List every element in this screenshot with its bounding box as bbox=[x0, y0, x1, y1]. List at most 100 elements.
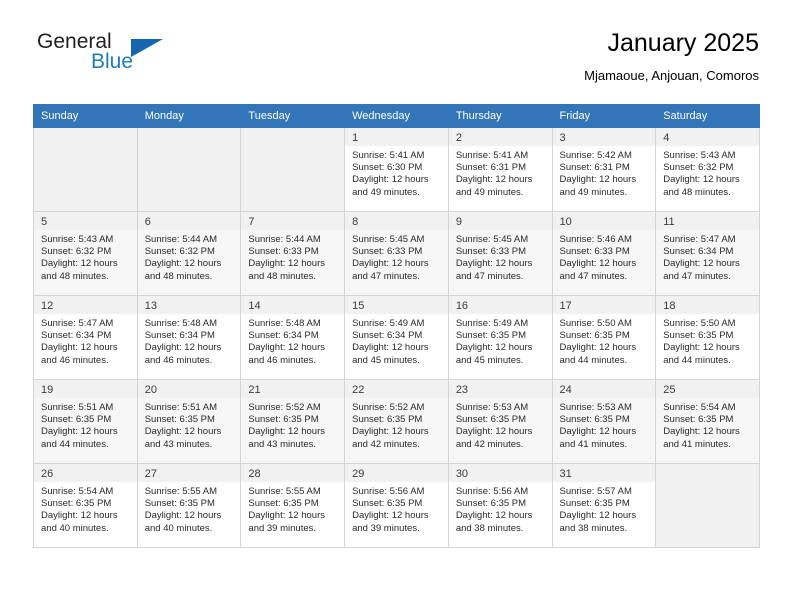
day-details: Sunrise: 5:51 AM Sunset: 6:35 PM Daylight:… bbox=[138, 398, 241, 451]
daylight-text: Daylight: 12 hours and 46 minutes. bbox=[41, 342, 118, 366]
daylight-text: Daylight: 12 hours and 49 minutes. bbox=[559, 174, 637, 198]
sunrise-text: Sunrise: 5:56 AM bbox=[455, 486, 529, 497]
page-title: January 2025 bbox=[607, 29, 759, 57]
day-number: 14 bbox=[241, 296, 345, 314]
calendar-day-cell[interactable]: 17 Sunrise: 5:50 AM Sunset: 6:35 PM Dayligh… bbox=[551, 295, 657, 380]
weekday-header-row: Sunday Monday Tuesday Wednesday Thursday… bbox=[33, 104, 760, 128]
sunrise-text: Sunrise: 5:54 AM bbox=[41, 486, 114, 497]
day-number: 5 bbox=[34, 212, 137, 230]
calendar-day-cell[interactable]: 15 Sunrise: 5:49 AM Sunset: 6:34 PM Dayligh… bbox=[344, 295, 449, 380]
day-number: 6 bbox=[137, 212, 241, 230]
calendar-day-cell[interactable]: 20 Sunrise: 5:51 AM Sunset: 6:35 PM Dayligh… bbox=[136, 379, 242, 464]
weekday-header-monday: Monday bbox=[136, 104, 242, 128]
page-subtitle: Mjamaoue, Anjouan, Comoros bbox=[584, 68, 759, 83]
calendar-day-cell[interactable]: 21 Sunrise: 5:52 AM Sunset: 6:35 PM Dayligh… bbox=[240, 379, 346, 464]
day-number: 16 bbox=[448, 296, 552, 314]
sunset-text: Sunset: 6:35 PM bbox=[144, 414, 215, 426]
daylight-text: Daylight: 12 hours and 48 minutes. bbox=[144, 258, 222, 282]
calendar-day-cell[interactable]: 29 Sunrise: 5:56 AM Sunset: 6:35 PM Dayligh… bbox=[344, 463, 449, 548]
day-details: Sunrise: 5:57 AM Sunset: 6:35 PM Daylight:… bbox=[553, 482, 656, 535]
general-blue-logo[interactable]: General Blue bbox=[33, 30, 263, 90]
day-number: 2 bbox=[448, 128, 552, 146]
sunset-text: Sunset: 6:31 PM bbox=[455, 162, 527, 174]
sunrise-text: Sunrise: 5:44 AM bbox=[248, 234, 321, 245]
calendar-day-cell[interactable]: 16 Sunrise: 5:49 AM Sunset: 6:35 PM Dayligh… bbox=[447, 295, 553, 380]
day-number: 21 bbox=[241, 380, 345, 398]
calendar-week-row: 1 Sunrise: 5:41 AM Sunset: 6:30 PM Daylight… bbox=[33, 127, 760, 212]
day-details: Sunrise: 5:49 AM Sunset: 6:34 PM Daylight:… bbox=[345, 314, 448, 367]
daylight-text: Daylight: 12 hours and 48 minutes. bbox=[663, 174, 740, 198]
sunset-text: Sunset: 6:34 PM bbox=[41, 330, 112, 342]
calendar-day-cell[interactable]: 25 Sunrise: 5:54 AM Sunset: 6:35 PM Dayligh… bbox=[655, 379, 760, 464]
calendar-day-cell[interactable]: 6 Sunrise: 5:44 AM Sunset: 6:32 PM Daylight… bbox=[136, 211, 242, 296]
daylight-text: Daylight: 12 hours and 38 minutes. bbox=[455, 510, 533, 534]
day-details: Sunrise: 5:55 AM Sunset: 6:35 PM Daylight:… bbox=[241, 482, 344, 535]
calendar-day-cell[interactable]: 4 Sunrise: 5:43 AM Sunset: 6:32 PM Daylight… bbox=[655, 127, 760, 212]
sunset-text: Sunset: 6:35 PM bbox=[559, 414, 630, 426]
calendar-body: 1 Sunrise: 5:41 AM Sunset: 6:30 PM Daylight… bbox=[33, 127, 760, 548]
calendar-day-cell[interactable]: 28 Sunrise: 5:55 AM Sunset: 6:35 PM Dayligh… bbox=[240, 463, 346, 548]
calendar-day-cell[interactable]: 3 Sunrise: 5:42 AM Sunset: 6:31 PM Daylight… bbox=[551, 127, 657, 212]
calendar-day-cell[interactable]: 5 Sunrise: 5:43 AM Sunset: 6:32 PM Daylight… bbox=[33, 211, 138, 296]
sunset-text: Sunset: 6:34 PM bbox=[248, 330, 319, 342]
day-details: Sunrise: 5:53 AM Sunset: 6:35 PM Daylight:… bbox=[553, 398, 656, 451]
calendar-day-cell[interactable]: 10 Sunrise: 5:46 AM Sunset: 6:33 PM Dayligh… bbox=[551, 211, 657, 296]
calendar-day-cell[interactable]: 13 Sunrise: 5:48 AM Sunset: 6:34 PM Dayligh… bbox=[136, 295, 242, 380]
day-details: Sunrise: 5:54 AM Sunset: 6:35 PM Daylight:… bbox=[34, 482, 137, 535]
calendar-day-cell[interactable]: 7 Sunrise: 5:44 AM Sunset: 6:33 PM Daylight… bbox=[240, 211, 346, 296]
day-details: Sunrise: 5:45 AM Sunset: 6:33 PM Daylight:… bbox=[345, 230, 448, 283]
daylight-text: Daylight: 12 hours and 44 minutes. bbox=[41, 426, 118, 450]
day-number: 8 bbox=[345, 212, 448, 230]
day-number: 26 bbox=[34, 464, 137, 482]
sunrise-text: Sunrise: 5:52 AM bbox=[352, 402, 425, 413]
day-details: Sunrise: 5:50 AM Sunset: 6:35 PM Daylight:… bbox=[553, 314, 656, 367]
calendar-day-cell[interactable]: 22 Sunrise: 5:52 AM Sunset: 6:35 PM Dayligh… bbox=[344, 379, 449, 464]
calendar-cell-empty bbox=[33, 127, 138, 212]
sunset-text: Sunset: 6:32 PM bbox=[144, 246, 215, 258]
daylight-text: Daylight: 12 hours and 47 minutes. bbox=[559, 258, 637, 282]
calendar-day-cell[interactable]: 12 Sunrise: 5:47 AM Sunset: 6:34 PM Dayligh… bbox=[33, 295, 138, 380]
sunset-text: Sunset: 6:35 PM bbox=[352, 498, 423, 510]
sunset-text: Sunset: 6:35 PM bbox=[559, 330, 630, 342]
sunrise-text: Sunrise: 5:55 AM bbox=[144, 486, 218, 497]
day-number: 4 bbox=[656, 128, 759, 146]
calendar-day-cell[interactable]: 31 Sunrise: 5:57 AM Sunset: 6:35 PM Dayligh… bbox=[551, 463, 657, 548]
calendar-day-cell[interactable]: 19 Sunrise: 5:51 AM Sunset: 6:35 PM Dayligh… bbox=[33, 379, 138, 464]
sunset-text: Sunset: 6:35 PM bbox=[663, 330, 734, 342]
day-details: Sunrise: 5:53 AM Sunset: 6:35 PM Daylight:… bbox=[449, 398, 552, 451]
calendar-day-cell[interactable]: 27 Sunrise: 5:55 AM Sunset: 6:35 PM Dayligh… bbox=[136, 463, 242, 548]
sunset-text: Sunset: 6:32 PM bbox=[663, 162, 734, 174]
day-number: 18 bbox=[656, 296, 759, 314]
calendar-day-cell[interactable]: 18 Sunrise: 5:50 AM Sunset: 6:35 PM Dayligh… bbox=[655, 295, 760, 380]
day-number: 15 bbox=[345, 296, 448, 314]
daylight-text: Daylight: 12 hours and 40 minutes. bbox=[41, 510, 118, 534]
weekday-header-tuesday: Tuesday bbox=[240, 104, 346, 128]
calendar-day-cell[interactable]: 9 Sunrise: 5:45 AM Sunset: 6:33 PM Daylight… bbox=[447, 211, 553, 296]
calendar-day-cell[interactable]: 1 Sunrise: 5:41 AM Sunset: 6:30 PM Daylight… bbox=[344, 127, 449, 212]
daylight-text: Daylight: 12 hours and 39 minutes. bbox=[352, 510, 429, 534]
sunrise-text: Sunrise: 5:49 AM bbox=[455, 318, 529, 329]
sunset-text: Sunset: 6:34 PM bbox=[352, 330, 423, 342]
sunset-text: Sunset: 6:35 PM bbox=[455, 330, 527, 342]
day-number: 17 bbox=[552, 296, 656, 314]
calendar-day-cell[interactable]: 2 Sunrise: 5:41 AM Sunset: 6:31 PM Daylight… bbox=[447, 127, 553, 212]
calendar-day-cell[interactable]: 24 Sunrise: 5:53 AM Sunset: 6:35 PM Dayligh… bbox=[551, 379, 657, 464]
sunrise-text: Sunrise: 5:41 AM bbox=[352, 150, 425, 161]
day-number: 7 bbox=[241, 212, 345, 230]
sunrise-text: Sunrise: 5:44 AM bbox=[144, 234, 218, 245]
calendar-day-cell[interactable]: 30 Sunrise: 5:56 AM Sunset: 6:35 PM Dayligh… bbox=[447, 463, 553, 548]
calendar-day-cell[interactable]: 8 Sunrise: 5:45 AM Sunset: 6:33 PM Daylight… bbox=[344, 211, 449, 296]
sunset-text: Sunset: 6:35 PM bbox=[559, 498, 630, 510]
calendar-day-cell[interactable]: 23 Sunrise: 5:53 AM Sunset: 6:35 PM Dayligh… bbox=[447, 379, 553, 464]
calendar-day-cell[interactable]: 14 Sunrise: 5:48 AM Sunset: 6:34 PM Dayligh… bbox=[240, 295, 346, 380]
day-number: 29 bbox=[345, 464, 448, 482]
calendar-day-cell[interactable]: 11 Sunrise: 5:47 AM Sunset: 6:34 PM Dayligh… bbox=[655, 211, 760, 296]
calendar-day-cell[interactable]: 26 Sunrise: 5:54 AM Sunset: 6:35 PM Dayligh… bbox=[33, 463, 138, 548]
sunrise-text: Sunrise: 5:50 AM bbox=[559, 318, 632, 329]
daylight-text: Daylight: 12 hours and 45 minutes. bbox=[352, 342, 429, 366]
day-details: Sunrise: 5:51 AM Sunset: 6:35 PM Daylight:… bbox=[34, 398, 137, 451]
sunset-text: Sunset: 6:35 PM bbox=[455, 414, 527, 426]
logo-text-blue: Blue bbox=[91, 50, 134, 73]
sunrise-text: Sunrise: 5:46 AM bbox=[559, 234, 632, 245]
day-details: Sunrise: 5:45 AM Sunset: 6:33 PM Daylight:… bbox=[449, 230, 552, 283]
